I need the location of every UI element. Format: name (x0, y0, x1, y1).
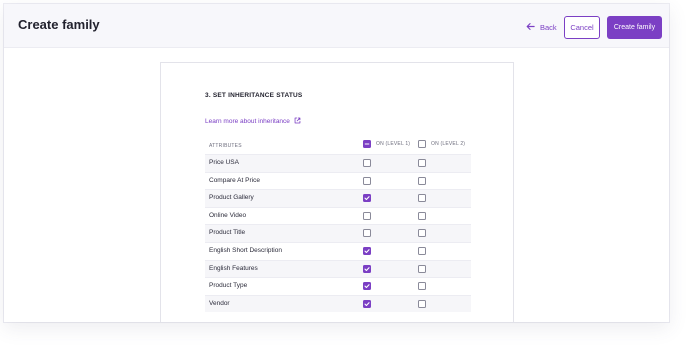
table-row: Product Gallery (205, 189, 471, 207)
level2-checkbox[interactable] (418, 299, 426, 308)
table-row: Online Video (205, 206, 471, 225)
section-title: 3. SET INHERITANCE STATUS (205, 92, 303, 99)
level1-checkbox[interactable] (363, 176, 371, 185)
column-header-level1: ON (LEVEL 1) (363, 140, 410, 148)
level1-checkbox[interactable] (363, 211, 371, 220)
attribute-label: Compare At Price (209, 176, 260, 184)
level2-checkbox[interactable] (418, 264, 426, 273)
attribute-label: Online Video (209, 211, 247, 219)
column-header-level2: ON (LEVEL 2) (418, 140, 465, 148)
learn-more-label: Learn more about inheritance (205, 118, 290, 125)
table-row: Vendor (205, 294, 471, 313)
attribute-label: English Features (209, 264, 258, 272)
external-link-icon (294, 117, 301, 126)
attribute-label: Product Title (209, 229, 246, 237)
inheritance-table: ATTRIBUTES ON (LEVEL 1) ON (LEVEL 2) Pri… (205, 137, 471, 313)
table-row: Price USA (205, 154, 471, 172)
table-row: English Features (205, 259, 471, 278)
column-header-attributes: ATTRIBUTES (209, 143, 242, 149)
level1-checkbox[interactable] (363, 282, 371, 291)
level1-header-label: ON (LEVEL 1) (376, 141, 411, 147)
page-header: Create family Back Cancel Create family (4, 4, 669, 48)
create-family-button[interactable]: Create family (607, 16, 662, 39)
page-title: Create family (18, 17, 100, 32)
table-header: ATTRIBUTES ON (LEVEL 1) ON (LEVEL 2) (205, 137, 471, 154)
level1-checkbox[interactable] (363, 264, 371, 273)
table-row: Compare At Price (205, 171, 471, 190)
level1-checkbox[interactable] (363, 159, 371, 167)
level1-checkbox[interactable] (363, 246, 371, 255)
level2-select-all-checkbox[interactable] (418, 140, 426, 148)
attribute-label: English Short Description (209, 246, 282, 254)
arrow-left-icon (526, 22, 535, 33)
level2-checkbox[interactable] (418, 282, 426, 291)
inheritance-card: 3. SET INHERITANCE STATUS Learn more abo… (160, 62, 514, 322)
level2-checkbox[interactable] (418, 211, 426, 220)
level2-checkbox[interactable] (418, 194, 426, 203)
level1-select-all-checkbox[interactable] (363, 140, 371, 148)
level1-checkbox[interactable] (363, 229, 371, 238)
attribute-label: Product Gallery (209, 194, 254, 202)
learn-more-link[interactable]: Learn more about inheritance (205, 117, 301, 126)
attribute-label: Product Type (209, 282, 248, 290)
table-row: Product Type (205, 277, 471, 295)
table-body: Price USA Compare At Price Product Gallery… (205, 154, 471, 313)
level2-checkbox[interactable] (418, 229, 426, 238)
level1-checkbox[interactable] (363, 299, 371, 308)
level2-checkbox[interactable] (418, 246, 426, 255)
attribute-label: Price USA (209, 159, 239, 166)
level2-checkbox[interactable] (418, 176, 426, 185)
table-row: English Short Description (205, 241, 471, 260)
back-label: Back (540, 22, 557, 32)
table-row: Product Title (205, 224, 471, 242)
back-link[interactable]: Back (526, 21, 557, 33)
level2-checkbox[interactable] (418, 159, 426, 167)
level2-header-label: ON (LEVEL 2) (431, 141, 466, 147)
level1-checkbox[interactable] (363, 194, 371, 203)
attribute-label: Vendor (209, 299, 230, 307)
app-window: Create family Back Cancel Create family … (4, 4, 669, 322)
cancel-button[interactable]: Cancel (564, 16, 600, 39)
